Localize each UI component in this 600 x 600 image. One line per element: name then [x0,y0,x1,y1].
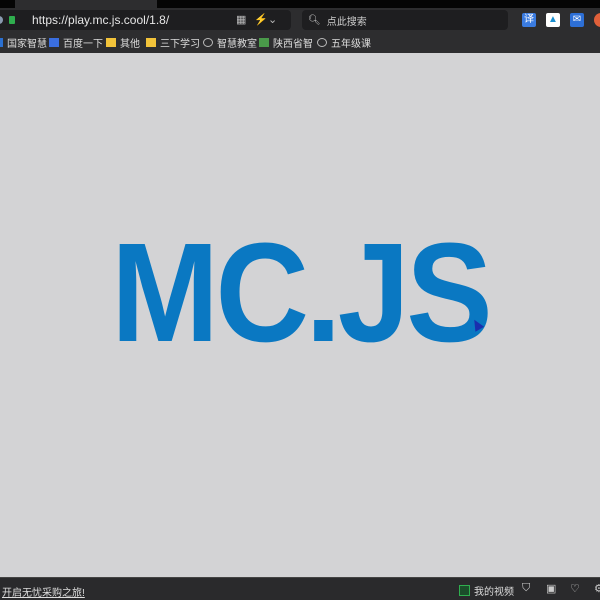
url-text[interactable]: https://play.mc.js.cool/1.8/ [32,13,169,27]
site-info-icon[interactable] [0,16,3,24]
bookmark-label: 三下学习 [160,39,200,50]
address-bar[interactable]: https://play.mc.js.cool/1.8/ ▦ ⚡ ⌄ [0,10,291,30]
folder-icon [106,38,116,47]
bookmark-icon [0,38,3,47]
bookmark-item[interactable]: 国家智慧 [0,35,47,50]
lock-icon[interactable] [9,16,15,24]
bookmark-label: 其他 [120,39,140,50]
image-icon[interactable]: ▣ [546,582,556,595]
bookmark-label: 百度一下 [63,39,103,50]
address-row: https://play.mc.js.cool/1.8/ ▦ ⚡ ⌄ 🔍︎ 点此… [0,8,600,32]
bookmark-item[interactable]: 三下学习 [146,35,200,50]
search-icon: 🔍︎ [308,14,321,26]
bookmark-item[interactable]: 其他 [106,35,140,50]
mcjs-logo: MC.JS [111,213,493,371]
bookmark-label: 国家智慧 [7,39,47,50]
bookmark-label: 五年级课 [331,39,371,50]
chevron-down-icon[interactable]: ⌄ [268,13,277,26]
shield-icon[interactable]: ⛉ [522,582,530,595]
qr-code-icon[interactable]: ▦ [236,13,246,26]
bookmark-item[interactable]: 五年级课 [317,35,371,50]
search-box[interactable]: 🔍︎ 点此搜索 [302,10,508,30]
lightning-icon[interactable]: ⚡ [254,13,268,26]
translate-icon[interactable]: 译 [522,13,536,27]
active-tab[interactable] [15,0,157,8]
bookmark-icon [259,38,269,47]
baidu-icon [49,38,59,47]
my-video-button[interactable]: 我的视频 [459,583,514,598]
status-bar: 开启无忧采购之旅! 我的视频 ⛉ ▣ ♡ ⚙ [0,577,600,600]
bookmark-label: 智慧教室 [217,39,257,50]
play-icon [459,585,470,596]
bookmark-item[interactable]: 智慧教室 [203,35,257,50]
globe-icon [317,38,327,47]
settings-icon[interactable]: ⚙ [594,582,600,595]
promo-link[interactable]: 开启无忧采购之旅! [2,584,85,599]
search-placeholder: 点此搜索 [326,16,367,28]
extension-icon[interactable] [594,13,600,27]
video-label: 我的视频 [474,587,514,598]
bookmarks-bar: 国家智慧 百度一下 其他 三下学习 智慧教室 陕西省智 五年级课 [0,32,600,53]
bookmark-label: 陕西省智 [273,39,313,50]
tab-strip [0,0,600,8]
folder-icon [146,38,156,47]
app-icon[interactable]: ▲ [546,13,560,27]
bookmark-item[interactable]: 陕西省智 [259,35,313,50]
bookmark-item[interactable]: 百度一下 [49,35,103,50]
heart-icon[interactable]: ♡ [570,582,580,595]
globe-icon [203,38,213,47]
mail-icon[interactable]: ✉ [570,13,584,27]
